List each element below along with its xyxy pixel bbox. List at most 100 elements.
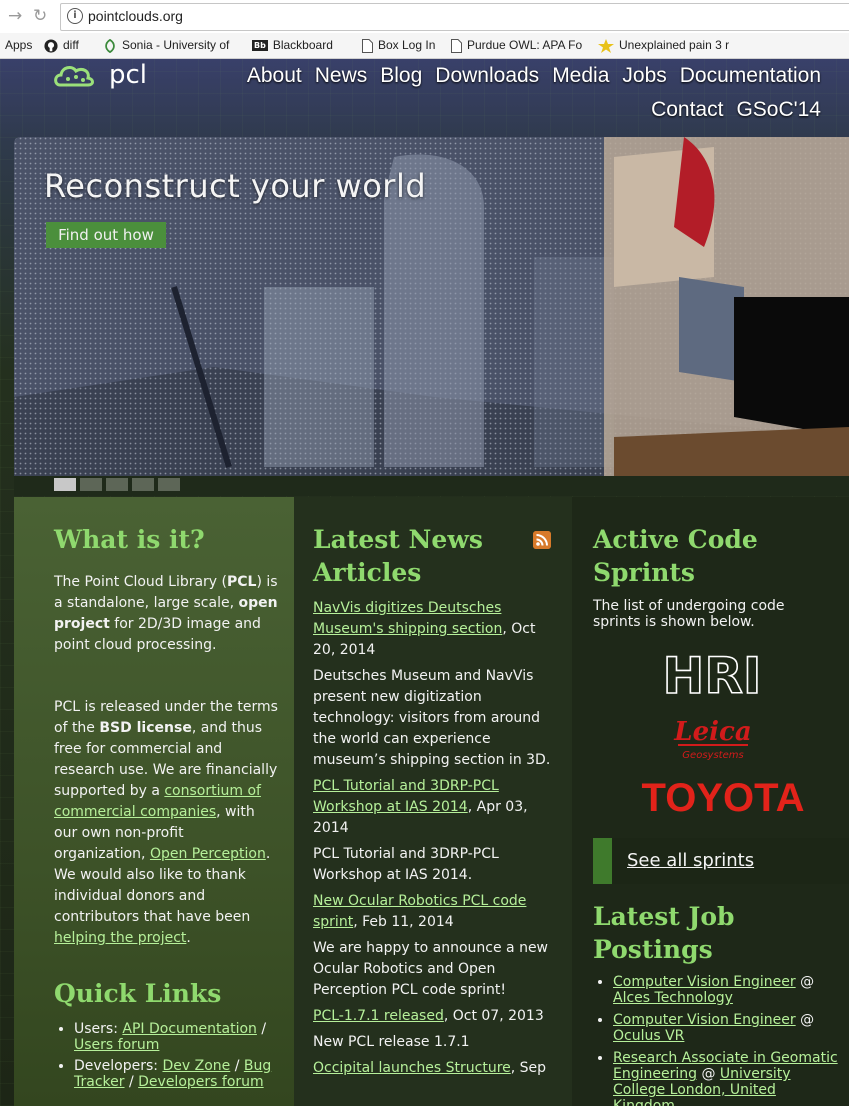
job-at: @: [795, 1012, 815, 1028]
helping-the-project-link[interactable]: helping the project: [54, 930, 186, 946]
news-item: NavVis digitizes Deutsches Museum's ship…: [313, 598, 553, 661]
sprints-intro: The list of undergoing code sprints is s…: [593, 598, 785, 630]
nav-blog[interactable]: Blog: [380, 59, 422, 93]
logo-text: HRI: [663, 649, 762, 701]
bookmark-label: Blackboard: [272, 38, 333, 52]
github-icon: [44, 39, 58, 53]
news-title-link[interactable]: Occipital launches Structure: [313, 1060, 511, 1076]
api-documentation-link[interactable]: API Documentation: [122, 1021, 257, 1037]
news-title-link[interactable]: PCL-1.7.1 released: [313, 1008, 444, 1024]
what-heading: What is it?: [54, 525, 205, 554]
text: /: [256, 1021, 267, 1037]
slide-dot-2[interactable]: [80, 478, 102, 491]
bookmark-sonia[interactable]: Sonia - University of: [103, 38, 229, 53]
job-company-link[interactable]: Oculus VR: [613, 1028, 684, 1044]
what-is-it-column: What is it? The Point Cloud Library (PCL…: [14, 497, 294, 1106]
toyota-logo[interactable]: TOYOTA: [632, 775, 814, 819]
slide-dot-4[interactable]: [132, 478, 154, 491]
see-all-sprints-button[interactable]: See all sprints: [593, 838, 849, 884]
bookmark-unexplained-pain[interactable]: Unexplained pain 3 r: [598, 38, 729, 53]
what-paragraph-1: The Point Cloud Library (PCL) is a stand…: [54, 572, 279, 656]
leica-logo[interactable]: Leica Geosystems: [672, 710, 754, 762]
text: /: [124, 1074, 139, 1090]
nav-jobs[interactable]: Jobs: [622, 59, 666, 93]
page-icon: [451, 38, 462, 53]
nav-documentation[interactable]: Documentation: [680, 59, 821, 93]
users-forum-link[interactable]: Users forum: [74, 1037, 159, 1053]
bookmark-apps[interactable]: Apps: [5, 38, 32, 52]
button-label: See all sprints: [627, 850, 755, 871]
address-bar[interactable]: i pointclouds.org: [60, 3, 849, 31]
text: The Point Cloud Library (: [54, 574, 228, 590]
bookmark-label: Unexplained pain 3 r: [619, 38, 730, 52]
bookmark-label: diff: [63, 38, 79, 52]
news-date: , Oct 07, 2013: [443, 1008, 544, 1024]
news-summary: PCL Tutorial and 3DRP-PCL Workshop at IA…: [313, 846, 499, 883]
news-summary: Deutsches Museum and NavVis present new …: [313, 668, 551, 768]
bookmark-box[interactable]: Box Log In: [362, 38, 435, 53]
text: .: [186, 930, 191, 946]
rss-icon[interactable]: [533, 531, 551, 549]
quick-links-list: Users: API Documentation / Users forum D…: [54, 1021, 299, 1095]
url-text: pointclouds.org: [88, 8, 183, 24]
bookmark-purdue-owl[interactable]: Purdue OWL: APA Fo: [451, 38, 582, 53]
logo-text: TOYOTA: [642, 776, 805, 819]
slider-indicators: [14, 476, 849, 496]
bookmark-blackboard[interactable]: Bb Blackboard: [252, 38, 333, 52]
sprints-heading: Active Code Sprints: [593, 525, 758, 587]
jobs-heading: Latest Job Postings: [593, 902, 735, 964]
nav-media[interactable]: Media: [552, 59, 609, 93]
list-item: Users: API Documentation / Users forum: [74, 1021, 299, 1053]
page-icon: [362, 38, 373, 53]
job-company-link[interactable]: Alces Technology: [613, 990, 733, 1006]
nav-about[interactable]: About: [247, 59, 302, 93]
hero-slider[interactable]: Reconstruct your world Find out how: [14, 137, 849, 476]
pcl-logo[interactable]: pcl: [54, 59, 164, 93]
dev-zone-link[interactable]: Dev Zone: [162, 1058, 230, 1074]
slide-dot-1[interactable]: [54, 478, 76, 491]
text: /: [230, 1058, 244, 1074]
logo-subtext: Geosystems: [682, 750, 743, 761]
nav-news[interactable]: News: [315, 59, 368, 93]
star-icon: [598, 38, 614, 53]
browser-toolbar: → ↻ i pointclouds.org: [0, 0, 849, 34]
jobs-list: Computer Vision Engineer @ Alces Technol…: [593, 974, 838, 1106]
nav-contact[interactable]: Contact: [651, 93, 723, 127]
job-at: @: [697, 1066, 720, 1082]
leaf-icon: [105, 38, 115, 53]
news-column: Latest News Articles NavVis digitizes De…: [294, 497, 572, 1106]
hri-logo[interactable]: HRI: [656, 649, 768, 701]
slide-dot-5[interactable]: [158, 478, 180, 491]
bookmarks-bar: Apps diff Sonia - University of Bb Blackb…: [0, 33, 849, 59]
text-bold: PCL: [227, 574, 257, 590]
job-item: Computer Vision Engineer @ Oculus VR: [613, 1012, 838, 1044]
news-list: NavVis digitizes Deutsches Museum's ship…: [313, 598, 553, 1084]
info-icon[interactable]: i: [67, 8, 83, 24]
slide-dot-3[interactable]: [106, 478, 128, 491]
text: Developers:: [74, 1058, 163, 1074]
reload-icon[interactable]: ↻: [33, 6, 47, 26]
main-nav: About News Blog Downloads Media Jobs Documenta…: [181, 59, 821, 127]
news-title-link[interactable]: NavVis digitizes Deutsches Museum's ship…: [313, 600, 502, 637]
developers-forum-link[interactable]: Developers forum: [138, 1074, 264, 1090]
job-title-link[interactable]: Computer Vision Engineer: [613, 974, 796, 990]
bookmark-label: Apps: [5, 38, 33, 52]
bookmark-diff[interactable]: diff: [44, 38, 79, 53]
news-summary: We are happy to announce a new Ocular Ro…: [313, 940, 549, 998]
logo-text: Leica: [673, 717, 751, 747]
nav-downloads[interactable]: Downloads: [435, 59, 539, 93]
forward-arrow-icon[interactable]: →: [8, 6, 22, 26]
news-item: PCL Tutorial and 3DRP-PCL Workshop at IA…: [313, 776, 553, 839]
find-out-how-button[interactable]: Find out how: [46, 222, 166, 248]
job-item: Computer Vision Engineer @ Alces Technol…: [613, 974, 838, 1006]
text-bold: BSD license: [99, 720, 192, 736]
job-item: Research Associate in Geomatic Engineeri…: [613, 1050, 838, 1106]
list-item: Developers: Dev Zone / Bug Tracker / Dev…: [74, 1058, 299, 1090]
news-item: Occipital launches Structure, Sep: [313, 1058, 553, 1079]
bookmark-label: Purdue OWL: APA Fo: [467, 38, 583, 52]
job-at: @: [795, 974, 815, 990]
open-perception-link[interactable]: Open Perception: [150, 846, 266, 862]
nav-gsoc[interactable]: GSoC'14: [736, 93, 821, 127]
hero-title: Reconstruct your world: [44, 167, 427, 205]
job-title-link[interactable]: Computer Vision Engineer: [613, 1012, 796, 1028]
